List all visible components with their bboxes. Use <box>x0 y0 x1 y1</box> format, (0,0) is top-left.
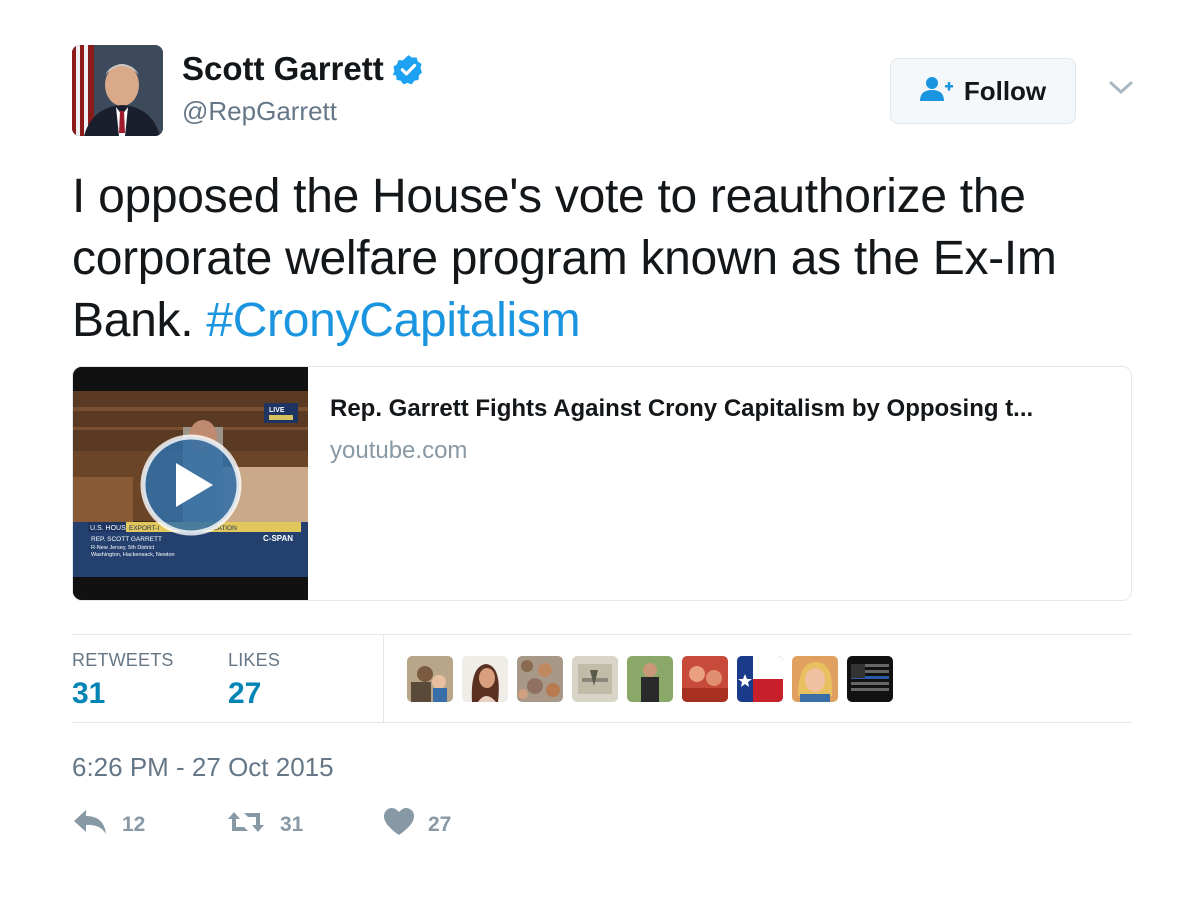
likes-label: LIKES <box>228 650 281 670</box>
card-title[interactable]: Rep. Garrett Fights Against Crony Capita… <box>330 395 1033 423</box>
like-button[interactable]: 27 <box>384 808 451 841</box>
retweets-stat[interactable]: RETWEETS 31 <box>72 650 174 711</box>
add-user-icon <box>919 76 954 107</box>
tweet-timestamp[interactable]: 6:26 PM - 27 Oct 2015 <box>72 752 334 783</box>
thumb-network: C-SPAN <box>263 534 293 543</box>
reply-count: 12 <box>122 812 146 836</box>
liker-avatar[interactable] <box>682 656 728 702</box>
follow-button[interactable]: Follow <box>890 58 1076 124</box>
retweets-count: 31 <box>72 677 106 710</box>
thumb-live-label: LIVE <box>269 407 285 414</box>
heart-icon <box>384 808 414 841</box>
liker-avatar[interactable] <box>792 656 838 702</box>
thumb-district: R-New Jersey, 5th District <box>91 545 155 551</box>
liker-avatars <box>407 656 893 702</box>
liker-avatar[interactable] <box>462 656 508 702</box>
retweets-label: RETWEETS <box>72 650 174 670</box>
reply-button[interactable]: 12 <box>72 808 145 841</box>
author-avatar[interactable] <box>72 45 163 136</box>
video-thumbnail[interactable]: LIVE U.S. HOUSE EXPORT-I RIZATION REP. S… <box>73 367 308 600</box>
thumb-towns: Washington, Hackensack, Newton <box>91 552 175 558</box>
liker-avatar[interactable] <box>407 656 453 702</box>
stats-divider-top <box>72 634 1132 635</box>
play-button-icon[interactable] <box>140 434 242 536</box>
stats-vertical-divider <box>383 635 384 722</box>
thumb-speaker: REP. SCOTT GARRETT <box>91 536 162 543</box>
liker-avatar[interactable] <box>517 656 563 702</box>
follow-button-label: Follow <box>963 75 1047 106</box>
chevron-down-icon[interactable] <box>1108 78 1134 98</box>
likes-stat[interactable]: LIKES 27 <box>228 650 280 711</box>
liker-avatar[interactable] <box>737 656 783 702</box>
reply-icon <box>72 808 108 841</box>
hashtag-link[interactable]: #CronyCapitalism <box>206 294 580 347</box>
liker-avatar[interactable] <box>572 656 618 702</box>
thumb-house-tag: U.S. HOUSE <box>90 525 131 532</box>
retweet-icon <box>226 808 266 841</box>
author-handle[interactable]: @RepGarrett <box>182 96 337 127</box>
retweet-count: 31 <box>280 812 304 836</box>
retweet-button[interactable]: 31 <box>226 808 303 841</box>
liker-avatar[interactable] <box>627 656 673 702</box>
liker-avatar[interactable] <box>847 656 893 702</box>
link-card[interactable]: LIVE U.S. HOUSE EXPORT-I RIZATION REP. S… <box>72 366 1132 601</box>
like-count: 27 <box>428 812 452 836</box>
author-name-text[interactable]: Scott Garrett <box>182 50 384 88</box>
thumb-topic: EXPORT-I <box>129 525 159 532</box>
tweet-text: I opposed the House's vote to reauthoriz… <box>72 166 1152 352</box>
card-domain: youtube.com <box>330 437 468 464</box>
verified-badge-icon <box>392 53 425 86</box>
stats-divider-bottom <box>72 722 1132 723</box>
author-name[interactable]: Scott Garrett <box>182 50 425 88</box>
likes-count: 27 <box>228 677 262 710</box>
